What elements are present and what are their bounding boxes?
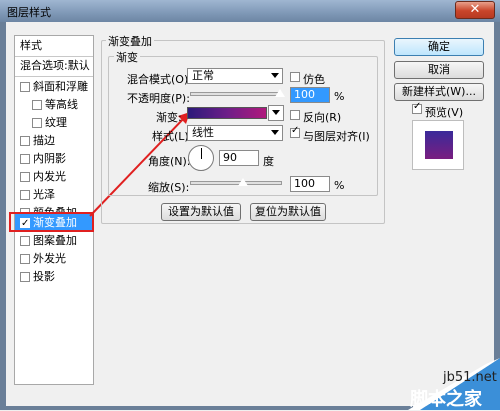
gradient-dropdown[interactable] xyxy=(268,105,284,121)
preview-swatch xyxy=(425,131,453,159)
angle-input[interactable]: 90 xyxy=(219,150,259,166)
dither-label: 仿色 xyxy=(303,73,325,86)
preview-checkbox[interactable] xyxy=(412,101,422,114)
opacity-slider[interactable] xyxy=(190,92,282,96)
subgroup-title: 渐变 xyxy=(114,49,140,65)
watermark-name: 脚本之家 xyxy=(410,389,482,410)
new-style-button[interactable]: 新建样式(W)... xyxy=(394,83,484,101)
angle-unit: 度 xyxy=(263,155,274,168)
opacity-unit: % xyxy=(334,90,345,103)
gradient-label: 渐变: xyxy=(156,111,182,124)
cancel-button[interactable]: 取消 xyxy=(394,61,484,79)
watermark-url: jb51.net xyxy=(443,370,497,385)
reset-default-button[interactable]: 复位为默认值 xyxy=(250,203,326,221)
blend-mode-label: 混合模式(O): xyxy=(127,73,192,86)
scale-input[interactable]: 100 xyxy=(290,176,330,192)
scale-label: 缩放(S): xyxy=(148,181,190,194)
preview-label: 预览(V) xyxy=(425,106,464,119)
scale-slider-thumb[interactable] xyxy=(237,177,249,187)
angle-dial[interactable] xyxy=(188,145,214,171)
dither-checkbox[interactable] xyxy=(290,72,300,82)
ok-button[interactable]: 确定 xyxy=(394,38,484,56)
scale-slider[interactable] xyxy=(190,181,282,185)
chevron-down-icon xyxy=(271,73,279,78)
angle-label: 角度(N): xyxy=(148,155,191,168)
opacity-input[interactable]: 100 xyxy=(290,87,330,103)
reverse-checkbox[interactable] xyxy=(290,110,300,120)
opacity-slider-thumb[interactable] xyxy=(274,88,286,98)
blend-mode-select[interactable]: 正常 xyxy=(187,68,283,84)
opacity-label: 不透明度(P): xyxy=(127,92,190,105)
chevron-down-icon xyxy=(272,110,280,115)
gradient-picker[interactable] xyxy=(187,107,267,119)
scale-unit: % xyxy=(334,179,345,192)
chevron-down-icon xyxy=(271,130,279,135)
make-default-button[interactable]: 设置为默认值 xyxy=(161,203,241,221)
group-title: 渐变叠加 xyxy=(106,33,154,49)
reverse-label: 反向(R) xyxy=(303,111,342,124)
preview-thumbnail xyxy=(412,120,464,170)
align-with-layer-label: 与图层对齐(I) xyxy=(303,130,370,143)
style-select[interactable]: 线性 xyxy=(187,125,283,141)
align-with-layer-checkbox[interactable] xyxy=(290,125,300,138)
